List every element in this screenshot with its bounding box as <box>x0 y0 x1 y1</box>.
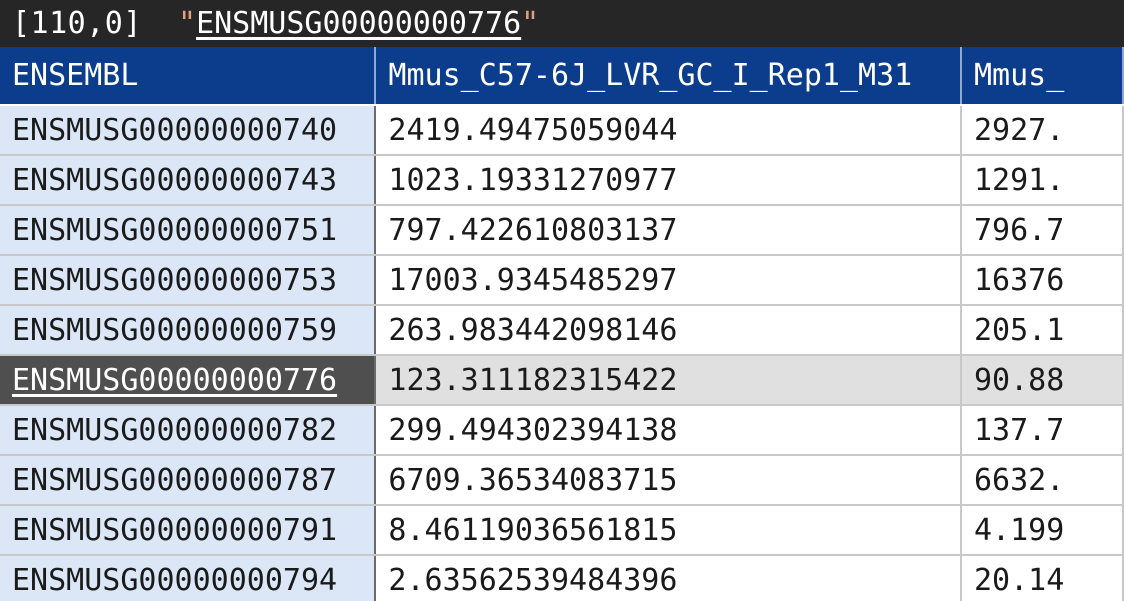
data-table: ENSEMBL Mmus_C57-6J_LVR_GC_I_Rep1_M31 Mm… <box>0 47 1124 601</box>
column-header-sample-m31[interactable]: Mmus_C57-6J_LVR_GC_I_Rep1_M31 <box>375 47 962 106</box>
table-row[interactable]: ENSMUSG00000000782 299.494302394138 137.7 <box>0 405 1124 456</box>
gene-id-cell[interactable]: ENSMUSG00000000776 <box>0 355 377 406</box>
gene-id-cell[interactable]: ENSMUSG00000000787 <box>0 455 377 506</box>
data-viewer: [110,0] "ENSMUSG00000000776" ENSEMBL Mmu… <box>0 0 1124 601</box>
gene-id-cell[interactable]: ENSMUSG00000000753 <box>0 255 377 306</box>
quote-close: " <box>521 6 540 41</box>
cell-value-display[interactable]: "ENSMUSG00000000776" <box>178 0 539 47</box>
gene-id-cell[interactable]: ENSMUSG00000000782 <box>0 405 377 456</box>
cell-status-bar: [110,0] "ENSMUSG00000000776" <box>0 0 1124 47</box>
column-header-ensembl[interactable]: ENSEMBL <box>0 47 377 106</box>
gene-id-cell[interactable]: ENSMUSG00000000759 <box>0 305 377 356</box>
expression-value-cell[interactable]: 6709.36534083715 <box>375 455 962 506</box>
expression-value-cell[interactable]: 4.199 <box>960 505 1124 556</box>
expression-value-cell[interactable]: 20.14 <box>960 555 1124 601</box>
table-row[interactable]: ENSMUSG00000000743 1023.19331270977 1291. <box>0 155 1124 206</box>
expression-value-cell[interactable]: 6632. <box>960 455 1124 506</box>
table-row[interactable]: ENSMUSG00000000787 6709.36534083715 6632. <box>0 455 1124 506</box>
expression-value-cell[interactable]: 137.7 <box>960 405 1124 456</box>
table-row[interactable]: ENSMUSG00000000776 123.311182315422 90.88 <box>0 355 1124 406</box>
expression-value-cell[interactable]: 205.1 <box>960 305 1124 356</box>
expression-value-cell[interactable]: 2927. <box>960 105 1124 156</box>
table-row[interactable]: ENSMUSG00000000791 8.46119036561815 4.199 <box>0 505 1124 556</box>
gene-id-cell[interactable]: ENSMUSG00000000743 <box>0 155 377 206</box>
expression-value-cell[interactable]: 17003.9345485297 <box>375 255 962 306</box>
expression-value-cell[interactable]: 90.88 <box>960 355 1124 406</box>
expression-value-cell[interactable]: 299.494302394138 <box>375 405 962 456</box>
expression-value-cell[interactable]: 16376 <box>960 255 1124 306</box>
expression-value-cell[interactable]: 1291. <box>960 155 1124 206</box>
expression-value-cell[interactable]: 797.422610803137 <box>375 205 962 256</box>
column-header-next-sample[interactable]: Mmus_ <box>960 47 1124 106</box>
cell-value-text: ENSMUSG00000000776 <box>196 6 522 41</box>
table-row[interactable]: ENSMUSG00000000794 2.63562539484396 20.14 <box>0 555 1124 601</box>
gene-id-cell[interactable]: ENSMUSG00000000751 <box>0 205 377 256</box>
expression-value-cell[interactable]: 2.63562539484396 <box>375 555 962 601</box>
cell-coordinate: [110,0] <box>12 6 142 41</box>
expression-value-cell[interactable]: 2419.49475059044 <box>375 105 962 156</box>
expression-value-cell[interactable]: 796.7 <box>960 205 1124 256</box>
table-row[interactable]: ENSMUSG00000000759 263.983442098146 205.1 <box>0 305 1124 356</box>
quote-open: " <box>178 6 197 41</box>
expression-value-cell[interactable]: 263.983442098146 <box>375 305 962 356</box>
gene-id-cell[interactable]: ENSMUSG00000000794 <box>0 555 377 601</box>
table-body: ENSMUSG00000000740 2419.49475059044 2927. E… <box>0 105 1124 601</box>
table-row[interactable]: ENSMUSG00000000753 17003.9345485297 16376 <box>0 255 1124 306</box>
table-row[interactable]: ENSMUSG00000000751 797.422610803137 796.7 <box>0 205 1124 256</box>
table-row[interactable]: ENSMUSG00000000740 2419.49475059044 2927. <box>0 105 1124 156</box>
gene-id-cell[interactable]: ENSMUSG00000000740 <box>0 105 377 156</box>
expression-value-cell[interactable]: 8.46119036561815 <box>375 505 962 556</box>
expression-value-cell[interactable]: 1023.19331270977 <box>375 155 962 206</box>
expression-value-cell[interactable]: 123.311182315422 <box>375 355 962 406</box>
gene-id-cell[interactable]: ENSMUSG00000000791 <box>0 505 377 556</box>
header-row: ENSEMBL Mmus_C57-6J_LVR_GC_I_Rep1_M31 Mm… <box>0 47 1124 106</box>
